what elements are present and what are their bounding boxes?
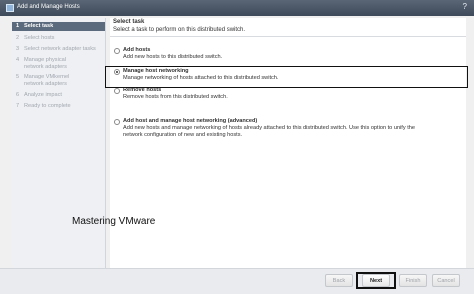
step-label: Select hosts — [24, 35, 55, 41]
step-label: Select network adapter tasks — [24, 46, 96, 52]
cancel-button[interactable]: Cancel — [432, 274, 460, 287]
step-select-task[interactable]: 1 Select task — [12, 22, 105, 31]
step-label: Analyze impact — [24, 92, 62, 98]
help-icon[interactable]: ? — [463, 2, 467, 11]
window-titlebar: Add and Manage Hosts ? — [0, 0, 474, 16]
step-select-network-adapter-tasks: 3 Select network adapter tasks — [12, 46, 105, 53]
wizard-steps-sidebar: 1 Select task 2 Select hosts 3 Select netwo… — [12, 18, 106, 268]
step-ready-to-complete: 7 Ready to complete — [12, 103, 105, 110]
selected-option-highlight — [105, 66, 468, 88]
step-select-hosts: 2 Select hosts — [12, 35, 105, 42]
step-number: 3 — [16, 46, 20, 52]
step-number: 5 — [16, 74, 20, 80]
radio-add-and-manage-advanced[interactable] — [114, 119, 120, 125]
wizard-icon — [6, 4, 14, 12]
step-number: 1 — [16, 23, 20, 29]
back-button[interactable]: Back — [325, 274, 353, 287]
radio-remove-hosts[interactable] — [114, 88, 120, 94]
step-number: 6 — [16, 92, 20, 98]
radio-add-hosts[interactable] — [114, 48, 120, 54]
step-manage-physical-adapters: 4 Manage physical network adapters — [12, 57, 105, 70]
option-description: Add new hosts to this distributed switch… — [123, 54, 223, 60]
step-label: Manage VMkernel network adapters — [24, 74, 70, 87]
page-description: Select a task to perform on this distrib… — [113, 27, 246, 33]
page-title: Select task — [113, 19, 145, 25]
step-label: Select task — [24, 23, 54, 29]
option-description: Add new hosts and manage networking of h… — [123, 125, 415, 138]
step-number: 2 — [16, 35, 20, 41]
option-label: Add host and manage host networking (adv… — [123, 118, 258, 124]
option-label: Add hosts — [123, 47, 151, 53]
option-description: Remove hosts from this distributed switc… — [123, 94, 228, 100]
window-title: Add and Manage Hosts — [17, 4, 80, 10]
step-analyze-impact: 6 Analyze impact — [12, 92, 105, 99]
step-label: Manage physical network adapters — [24, 57, 67, 70]
content-header: Select task Select a task to perform on … — [110, 18, 466, 37]
step-number: 4 — [16, 57, 20, 63]
finish-button[interactable]: Finish — [399, 274, 427, 287]
watermark-text: Mastering VMware — [72, 216, 156, 227]
step-manage-vmkernel-adapters: 5 Manage VMkernel network adapters — [12, 74, 105, 87]
step-label: Ready to complete — [24, 103, 71, 109]
step-number: 7 — [16, 103, 20, 109]
wizard-content: Select task Select a task to perform on … — [110, 18, 466, 268]
next-button-highlight — [356, 272, 396, 289]
